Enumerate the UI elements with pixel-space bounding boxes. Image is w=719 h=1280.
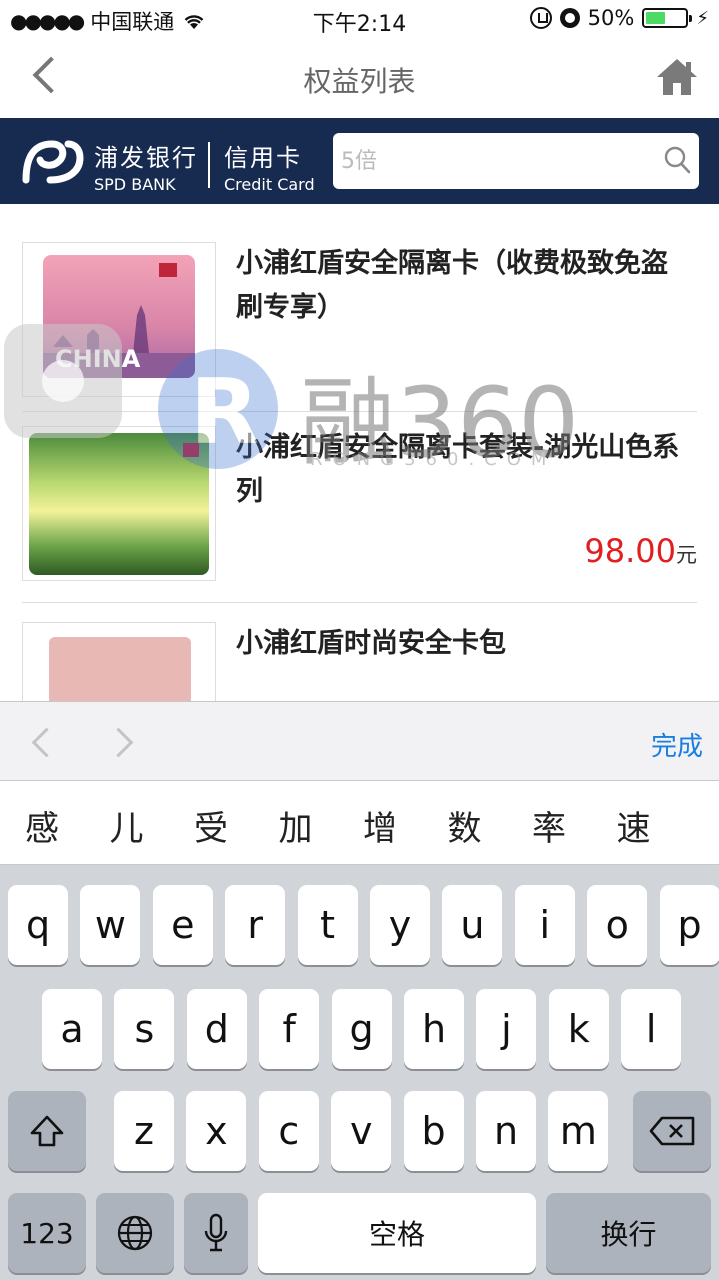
bank-name-zh: 浦发银行 [94, 144, 198, 172]
product-price: 98.00元 [584, 532, 697, 570]
candidate-word[interactable]: 速 [592, 801, 676, 850]
product-title[interactable]: 小浦红盾安全隔离卡（收费极致免盗刷专享） [236, 242, 686, 330]
list-item[interactable]: 小浦红盾时尚安全卡包 [22, 622, 697, 701]
dictation-key[interactable] [184, 1193, 248, 1273]
rotation-lock-icon [529, 7, 552, 29]
product-list: CHINA 小浦红盾安全隔离卡（收费极致免盗刷专享） 小浦红盾安全隔离卡套装-湖… [0, 204, 719, 701]
divider [22, 411, 697, 412]
microphone-icon [204, 1213, 228, 1252]
price-unit: 元 [676, 543, 697, 567]
battery-icon [642, 8, 693, 28]
key-b[interactable]: b [403, 1091, 464, 1171]
key-d[interactable]: d [186, 989, 247, 1069]
key-q[interactable]: q [8, 885, 68, 965]
shift-key[interactable] [8, 1091, 86, 1171]
card-image [29, 433, 209, 575]
backspace-icon [649, 1116, 695, 1146]
status-bar: ●●●●● 中国联通 下午2:14 50% ⚡ [0, 0, 719, 40]
key-j[interactable]: j [476, 989, 537, 1069]
page-title: 权益列表 [303, 65, 416, 98]
key-n[interactable]: n [476, 1091, 536, 1171]
candidate-bar: 感儿受加增数率速 [0, 781, 719, 865]
key-c[interactable]: c [258, 1091, 319, 1171]
product-title[interactable]: 小浦红盾安全隔离卡套装-湖光山色系列 [236, 426, 686, 514]
candidate-word[interactable]: 受 [169, 801, 253, 850]
key-t[interactable]: t [297, 885, 358, 965]
search-input[interactable] [341, 143, 651, 179]
key-f[interactable]: f [259, 989, 320, 1069]
spd-logo-icon [22, 140, 84, 184]
space-key[interactable]: 空格 [258, 1193, 536, 1273]
key-i[interactable]: i [514, 885, 575, 965]
key-s[interactable]: s [114, 989, 175, 1069]
globe-key[interactable] [96, 1193, 174, 1273]
key-o[interactable]: o [587, 885, 648, 965]
key-e[interactable]: e [152, 885, 213, 965]
return-key[interactable]: 换行 [546, 1193, 711, 1273]
key-v[interactable]: v [331, 1091, 392, 1171]
battery-fill [646, 12, 666, 24]
candidate-word[interactable]: 感 [0, 801, 84, 850]
home-icon[interactable] [655, 56, 699, 98]
backspace-key[interactable] [633, 1091, 711, 1171]
card-wallet-image [49, 637, 191, 701]
candidate-word[interactable]: 数 [423, 801, 507, 850]
brand-divider [208, 142, 210, 188]
done-button[interactable]: 完成 [651, 726, 703, 763]
list-item[interactable]: 小浦红盾安全隔离卡套装-湖光山色系列 98.00元 [22, 426, 697, 586]
globe-icon [117, 1215, 153, 1251]
key-m[interactable]: m [548, 1091, 609, 1171]
assistive-touch-button[interactable] [4, 324, 122, 438]
candidate-word[interactable]: 加 [254, 801, 338, 850]
battery-percent: 50% [587, 6, 635, 30]
key-a[interactable]: a [42, 989, 102, 1069]
key-h[interactable]: h [404, 989, 464, 1069]
key-x[interactable]: x [186, 1091, 247, 1171]
search-box[interactable] [333, 133, 699, 189]
card-label-zh: 信用卡 [224, 144, 302, 172]
numbers-key[interactable]: 123 [8, 1193, 86, 1273]
candidate-word[interactable]: 率 [507, 801, 591, 850]
candidate-word[interactable]: 增 [338, 801, 422, 850]
nav-bar: 权益列表 [0, 40, 719, 118]
key-r[interactable]: r [225, 885, 286, 965]
key-y[interactable]: y [370, 885, 430, 965]
key-l[interactable]: l [621, 989, 682, 1069]
keyboard-toolbar: 完成 [0, 701, 719, 781]
card-label: 信用卡 Credit Card [224, 138, 315, 194]
candidate-word[interactable]: 儿 [85, 801, 169, 850]
key-w[interactable]: w [80, 885, 141, 965]
list-item[interactable]: CHINA 小浦红盾安全隔离卡（收费极致免盗刷专享） [22, 242, 697, 402]
key-z[interactable]: z [114, 1091, 174, 1171]
shift-icon [30, 1115, 64, 1147]
product-thumbnail[interactable] [22, 426, 216, 581]
key-k[interactable]: k [548, 989, 609, 1069]
product-thumbnail[interactable] [22, 622, 216, 701]
product-title[interactable]: 小浦红盾时尚安全卡包 [236, 622, 686, 666]
card-label-en: Credit Card [224, 175, 315, 194]
bank-name: 浦发银行 SPD BANK [94, 138, 198, 194]
keyboard: 123 空格 换行 qwertyuiop asdfghjkl zxcvbnm [0, 865, 719, 1280]
price-value: 98.00 [584, 532, 676, 570]
charging-icon: ⚡ [696, 7, 709, 29]
previous-field-button[interactable] [28, 726, 58, 760]
next-field-button[interactable] [108, 726, 138, 760]
alarm-icon [559, 8, 580, 28]
key-u[interactable]: u [442, 885, 503, 965]
key-g[interactable]: g [331, 989, 392, 1069]
divider [22, 602, 697, 603]
bank-name-en: SPD BANK [94, 175, 176, 194]
key-p[interactable]: p [659, 885, 719, 965]
search-icon[interactable] [663, 145, 691, 175]
